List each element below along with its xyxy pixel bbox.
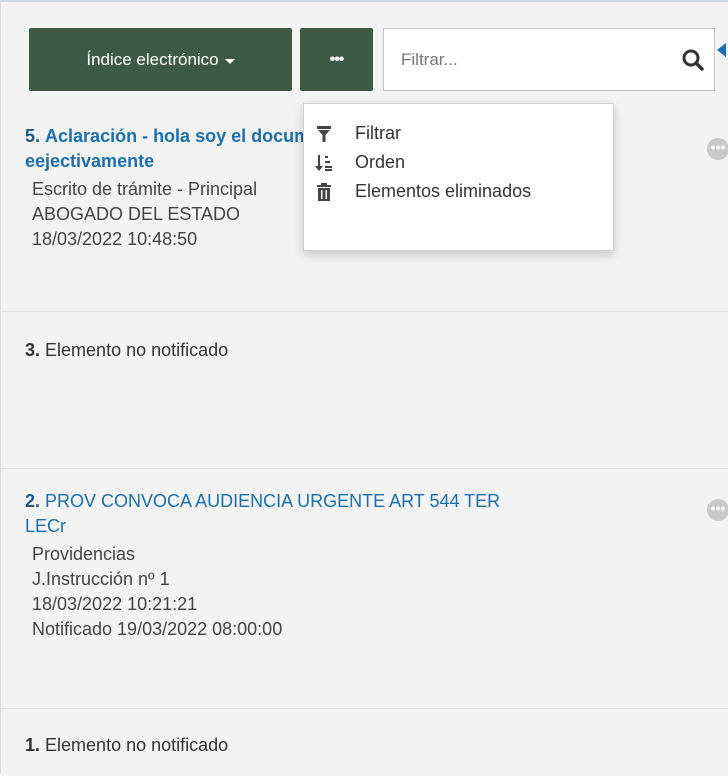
arrow-left-icon[interactable] (717, 42, 728, 58)
index-dropdown-button[interactable]: Índice electrónico (29, 28, 292, 91)
menu-item-label: Elementos eliminados (355, 181, 532, 201)
list-item[interactable]: 2. PROV CONVOCA AUDIENCIA URGENTE ART 54… (1, 468, 728, 708)
index-button-label: Índice electrónico (86, 49, 219, 69)
document-date: 18/03/2022 10:21:21 (32, 594, 198, 614)
item-number: 1. (25, 735, 41, 755)
item-number: 3. (25, 340, 41, 360)
more-options-menu: Filtrar Orden Elementos eliminados (303, 103, 614, 251)
document-type: Providencias (32, 544, 136, 564)
document-link[interactable]: PROV CONVOCA AUDIENCIA URGENTE ART 544 T… (45, 491, 500, 511)
item-number: 5. (25, 126, 41, 146)
menu-item-label: Orden (355, 152, 406, 172)
item-options-icon[interactable]: ••• (707, 499, 728, 521)
trash-icon (317, 182, 331, 201)
item-meta: Providencias J.Instrucción nº 1 18/03/20… (25, 542, 728, 642)
menu-item-deleted-elements[interactable]: Elementos eliminados (304, 177, 613, 206)
search-icon[interactable] (680, 47, 706, 73)
item-status-text: Elemento no notificado (45, 340, 229, 360)
item-number: 2. (25, 491, 41, 511)
search-box (383, 28, 715, 91)
item-title: 1. Elemento no notificado (25, 733, 685, 758)
item-options-icon[interactable]: ••• (707, 138, 728, 160)
notification-date: Notificado 19/03/2022 08:00:00 (32, 619, 283, 639)
menu-item-sort[interactable]: Orden (304, 148, 613, 177)
document-link-continued[interactable]: LECr (25, 516, 66, 536)
sort-icon (315, 154, 332, 171)
menu-item-label: Filtrar (355, 123, 401, 143)
document-link-continued[interactable]: eejectivamente (25, 151, 154, 171)
list-item: 3. Elemento no notificado (1, 311, 728, 468)
document-author: J.Instrucción nº 1 (32, 569, 170, 589)
item-status-text: Elemento no notificado (45, 735, 229, 755)
document-index-panel: Índice electrónico ••• 5. Aclaración - h… (0, 0, 728, 774)
menu-item-filter[interactable]: Filtrar (304, 119, 613, 148)
item-title: 2. PROV CONVOCA AUDIENCIA URGENTE ART 54… (25, 489, 685, 539)
chevron-down-icon (224, 58, 235, 64)
search-input[interactable] (384, 29, 680, 90)
list-item: 1. Elemento no notificado (1, 708, 728, 776)
item-title: 3. Elemento no notificado (25, 338, 685, 363)
filter-icon (317, 125, 331, 142)
more-options-button[interactable]: ••• (300, 28, 373, 91)
more-button-label: ••• (329, 50, 345, 68)
